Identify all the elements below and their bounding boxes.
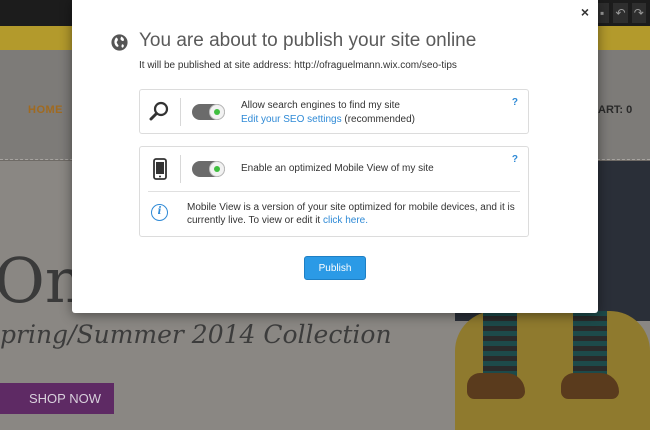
seo-divider bbox=[180, 98, 181, 126]
seo-help-link[interactable]: ? bbox=[512, 97, 518, 108]
toggle-knob bbox=[209, 161, 225, 177]
globe-icon bbox=[111, 34, 128, 51]
toggle-on-indicator bbox=[214, 166, 220, 172]
dialog-title: You are about to publish your site onlin… bbox=[139, 30, 477, 51]
edit-seo-settings-link[interactable]: Edit your SEO settings bbox=[241, 114, 342, 125]
editor-tools: ▪ ↶ ↷ bbox=[595, 3, 650, 23]
mobile-icon-cell bbox=[140, 147, 180, 191]
seo-link-line: Edit your SEO settings (recommended) bbox=[241, 114, 415, 125]
seo-label: Allow search engines to find my site bbox=[241, 100, 400, 111]
seo-panel: Allow search engines to find my site Edi… bbox=[139, 89, 529, 134]
mobile-divider bbox=[180, 155, 181, 183]
mobile-label: Enable an optimized Mobile View of my si… bbox=[241, 163, 434, 174]
mobile-panel: Enable an optimized Mobile View of my si… bbox=[139, 146, 529, 237]
shop-now-button[interactable]: SHOP NOW bbox=[0, 383, 114, 414]
mobile-info-text: Mobile View is a version of your site op… bbox=[187, 201, 517, 227]
publish-dialog: × You are about to publish your site onl… bbox=[72, 0, 598, 313]
toggle-on-indicator bbox=[214, 109, 220, 115]
info-icon: i bbox=[151, 204, 168, 221]
mobile-panel-divider bbox=[148, 191, 520, 192]
mobile-view-click-here-link[interactable]: click here. bbox=[323, 215, 368, 226]
seo-link-suffix: (recommended) bbox=[341, 114, 415, 125]
mobile-view-toggle[interactable] bbox=[192, 161, 225, 177]
close-button[interactable]: × bbox=[581, 4, 589, 20]
nav-item-home[interactable]: HOME bbox=[28, 104, 63, 116]
undo-icon[interactable]: ↶ bbox=[613, 3, 628, 23]
seo-row: Allow search engines to find my site Edi… bbox=[140, 90, 528, 134]
nav-cart[interactable]: ART: 0 bbox=[598, 104, 632, 116]
toggle-knob bbox=[209, 104, 225, 120]
redo-icon[interactable]: ↷ bbox=[631, 3, 646, 23]
mobile-phone-icon bbox=[153, 158, 167, 180]
seo-icon-cell bbox=[140, 90, 180, 134]
mobile-row: Enable an optimized Mobile View of my si… bbox=[140, 147, 528, 191]
site-address-text: It will be published at site address: ht… bbox=[139, 60, 457, 71]
magnifier-icon bbox=[149, 101, 169, 121]
mobile-help-link[interactable]: ? bbox=[512, 154, 518, 165]
hero-collection: pring/Summer 2014 Collection bbox=[0, 320, 392, 349]
seo-toggle[interactable] bbox=[192, 104, 225, 120]
publish-button[interactable]: Publish bbox=[304, 256, 366, 280]
